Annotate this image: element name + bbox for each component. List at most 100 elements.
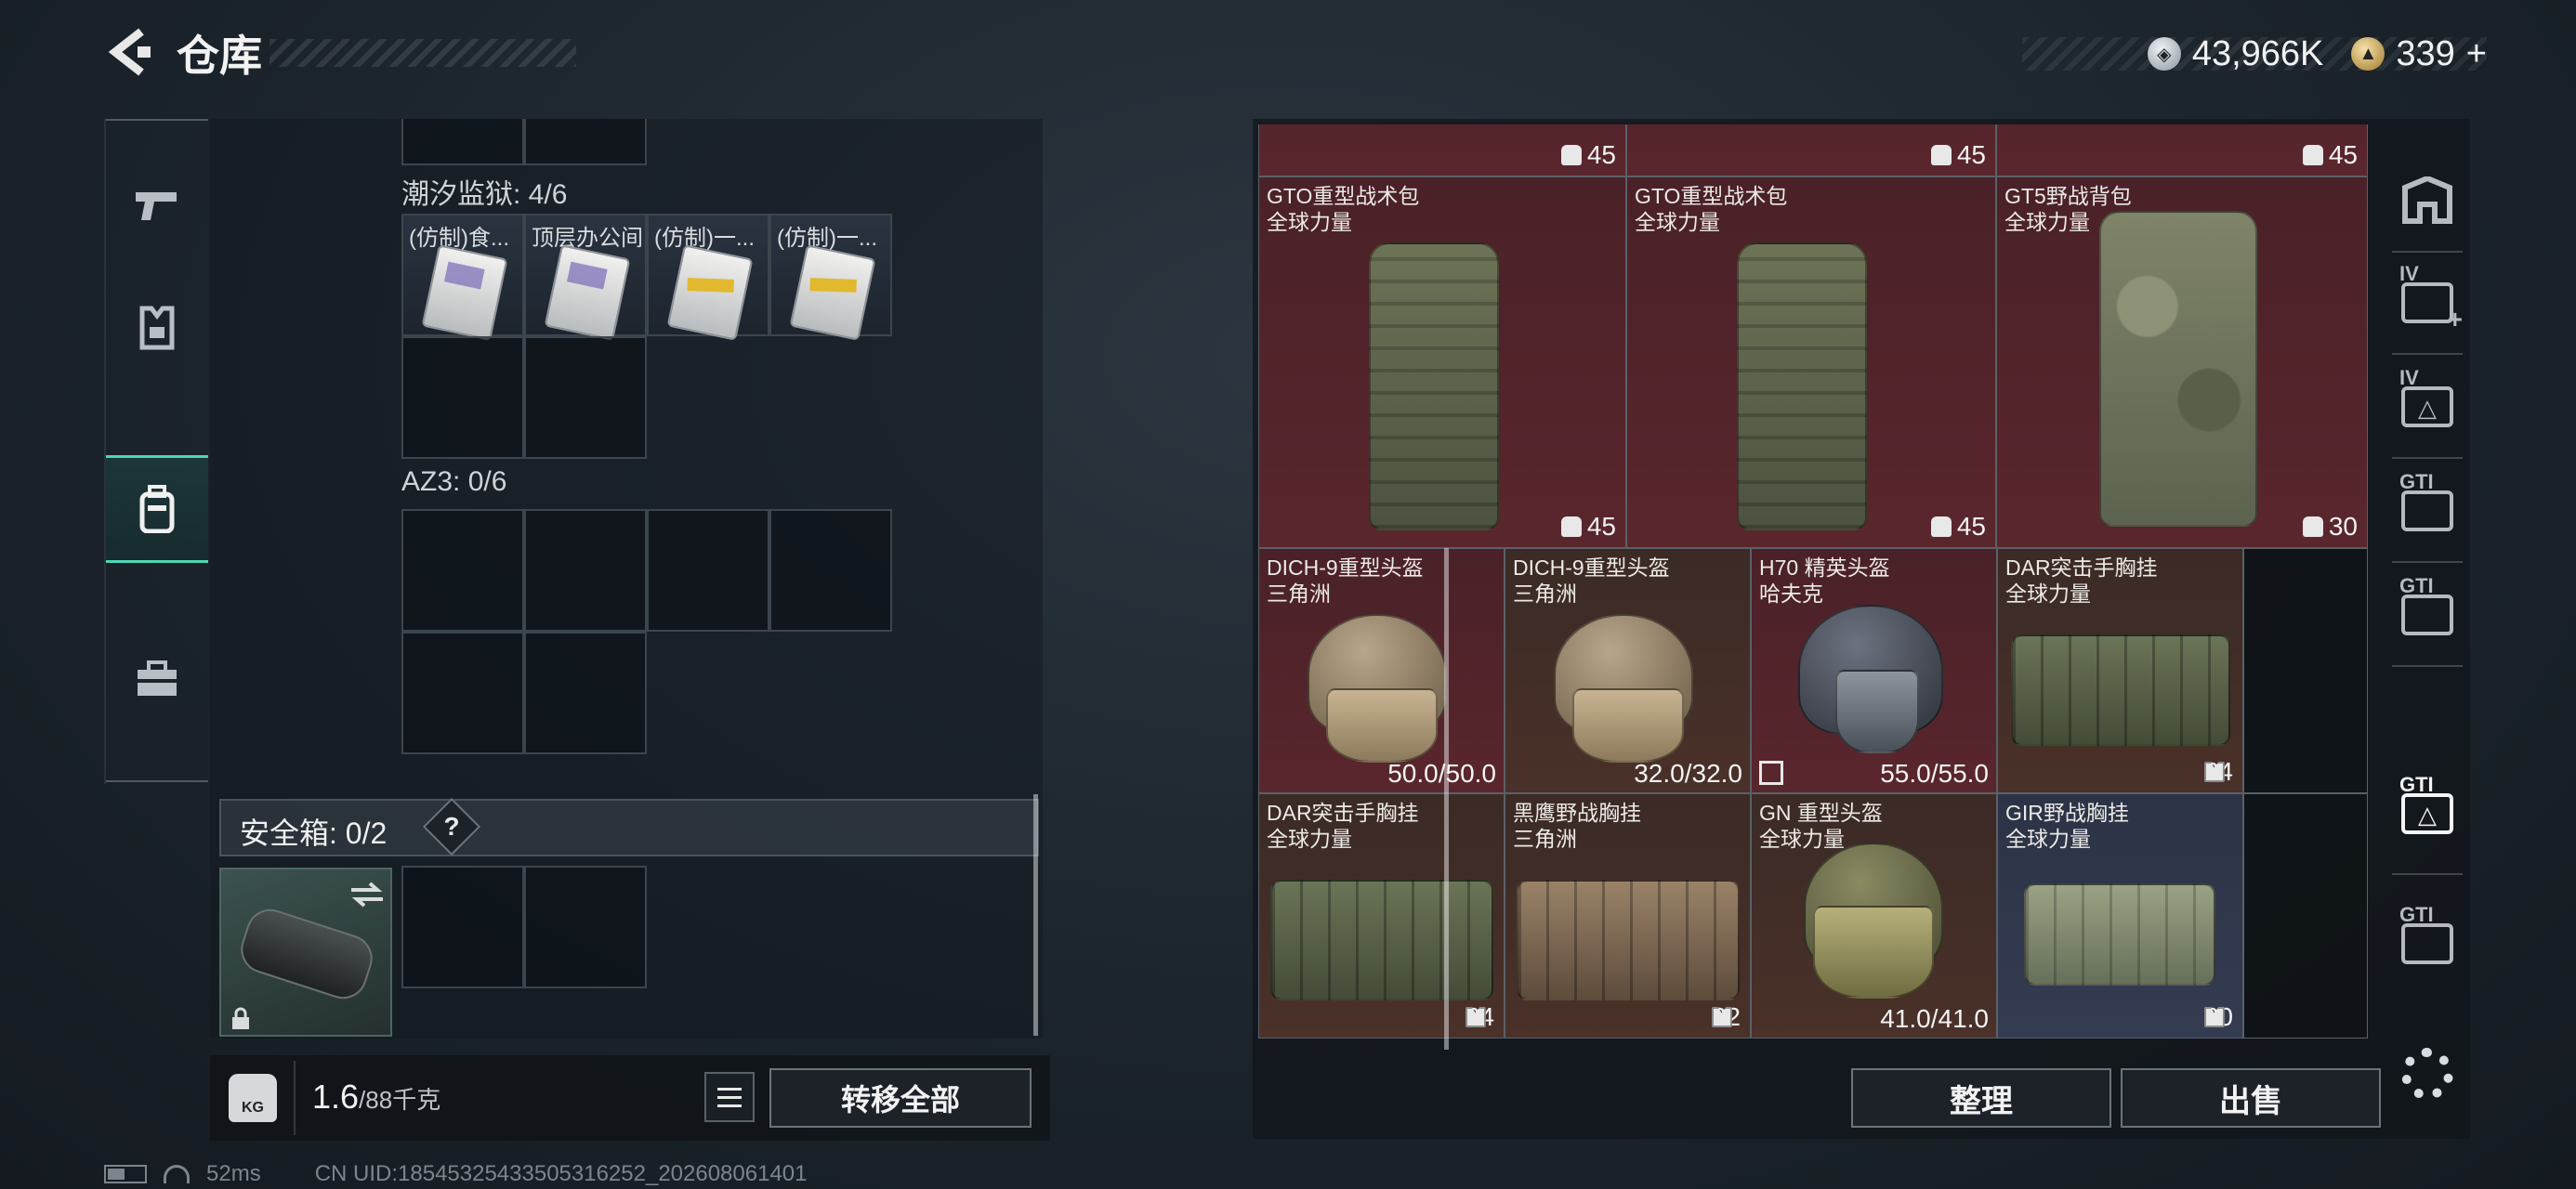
mask-icon	[1835, 670, 1919, 753]
stash-item[interactable]: 45	[1626, 124, 1996, 176]
back-arrow-icon[interactable]	[104, 26, 156, 78]
gold-coin-icon: ▲	[2351, 37, 2385, 71]
durability-value: 41.0/41.0	[1880, 1004, 1989, 1033]
grid-slot[interactable]	[647, 509, 769, 632]
item-name-block: H70 精英头盔 哈夫克	[1759, 555, 1890, 606]
stash-item[interactable]: DAR突击手胸挂全球力量 24	[1258, 793, 1505, 1039]
hazard-slot-icon[interactable]: IV △	[2385, 364, 2470, 450]
gold-currency-value: 339	[2396, 33, 2455, 73]
grid-slot[interactable]	[524, 509, 647, 632]
durability-value: 32.0/32.0	[1634, 759, 1742, 788]
page-title: 仓库	[177, 32, 262, 80]
stash-item[interactable]: GTO重型战术包 全球力量 45	[1626, 176, 1996, 548]
backpack-capacity-icon	[1560, 516, 1582, 537]
help-icon: ?	[443, 812, 460, 841]
capacity-badge: 45	[1930, 140, 1986, 170]
visor-icon	[1813, 906, 1934, 999]
item-name-block: GTO重型战术包 全球力量	[1635, 184, 1788, 234]
grid-slot[interactable]	[401, 336, 524, 459]
grid-slot[interactable]	[524, 632, 647, 754]
safebox-container[interactable]	[219, 868, 392, 1037]
capacity-badge: 24	[2203, 757, 2233, 787]
empty-slot[interactable]	[2243, 548, 2368, 793]
transfer-all-button[interactable]: 转移全部	[769, 1068, 1032, 1128]
keycard-icon	[544, 244, 631, 341]
stash-item[interactable]: GT5野战背包 全球力量 30	[1996, 176, 2368, 548]
gti-slot-icon[interactable]: GTI	[2385, 901, 2470, 986]
slot-filter-rail: IV + IV △ GTI GTI GTI △ GTI	[2385, 158, 2470, 1013]
pistol-icon[interactable]	[106, 154, 208, 256]
divider	[294, 1061, 296, 1135]
list-view-button[interactable]	[704, 1072, 755, 1122]
rail-divider	[106, 780, 208, 782]
safebox-slot[interactable]	[524, 866, 647, 988]
visor-icon	[1572, 688, 1684, 763]
grid-slot[interactable]	[401, 509, 524, 632]
stash-grid[interactable]: 45 45 45 GTO重型战术包 全球力量 45 GTO重型战术包 全球力量 45…	[1258, 124, 2370, 1048]
wifi-icon	[164, 1165, 190, 1183]
ping-value: 52ms	[206, 1161, 261, 1186]
durability-value: 50.0/50.0	[1387, 759, 1496, 788]
stash-item[interactable]: 45	[1996, 124, 2368, 176]
grid-slot[interactable]	[401, 632, 524, 754]
stash-item[interactable]: H70 精英头盔 哈夫克 55.0/55.0	[1751, 548, 1997, 793]
empty-slot[interactable]	[2243, 793, 2368, 1039]
capacity-badge: 45	[2302, 140, 2358, 170]
stash-item[interactable]: 45	[1258, 124, 1626, 176]
item-name-block: GTO重型战术包 全球力量	[1267, 184, 1420, 234]
stash-item[interactable]: 黑鹰野战胸挂三角洲 22	[1505, 793, 1751, 1039]
gti-hazard-icon[interactable]: GTI △	[2385, 771, 2470, 856]
silver-coin-icon: ◈	[2147, 37, 2181, 71]
scrollbar[interactable]	[1033, 794, 1038, 1036]
item-name: (仿制)一...	[654, 226, 755, 251]
sell-button[interactable]: 出售	[2121, 1068, 2381, 1128]
backpack-capacity-icon	[2302, 145, 2323, 165]
stash-item[interactable]: DICH-9重型头盔 三角洲 32.0/32.0	[1505, 548, 1751, 793]
gti-slot-icon[interactable]: GTI	[2385, 468, 2470, 554]
backpack-capacity-icon	[1560, 145, 1582, 165]
add-slot-icon[interactable]: IV +	[2385, 260, 2470, 346]
grid-slot[interactable]	[524, 336, 647, 459]
container-item[interactable]: (仿制)一...	[647, 214, 769, 341]
visor-icon	[1326, 688, 1438, 763]
item-name-block: DAR突击手胸挂 全球力量	[2005, 555, 2158, 606]
safebox-label: 安全箱: 0/2	[240, 817, 388, 850]
rail-divider	[2392, 353, 2463, 355]
backpack-capacity-icon	[1930, 145, 1952, 165]
status-bar: 52ms CN UID:18545325433505316252_2026080…	[104, 1161, 808, 1187]
scrollbar[interactable]	[1444, 548, 1449, 1050]
armor-rig-icon[interactable]	[106, 277, 208, 379]
stash-item[interactable]: DAR突击手胸挂全球力量 24	[1997, 548, 2243, 793]
grid-slot[interactable]	[769, 509, 892, 632]
sort-button[interactable]: 整理	[1851, 1068, 2111, 1128]
capacity-badge: 20	[2203, 1002, 2233, 1032]
rail-divider	[2392, 561, 2463, 563]
item-name-block: DICH-9重型头盔 三角洲	[1267, 555, 1424, 606]
container-item[interactable]: 顶层办公间	[524, 214, 647, 341]
grid-slot[interactable]	[524, 119, 647, 165]
container-item[interactable]: (仿制)一...	[769, 214, 892, 341]
capacity-badge: 45	[1560, 140, 1616, 170]
settings-gear-icon[interactable]	[2401, 1048, 2453, 1100]
armor-plate-icon[interactable]	[2385, 158, 2470, 243]
safebox-slot[interactable]	[401, 866, 524, 988]
durability-value: 55.0/55.0	[1880, 759, 1989, 788]
stash-item[interactable]: GTO重型战术包 全球力量 45	[1258, 176, 1626, 548]
capacity-badge: 30	[2302, 512, 2358, 542]
chest-rig-icon	[1270, 880, 1493, 1000]
swap-icon[interactable]	[349, 881, 385, 908]
container-item[interactable]: (仿制)食...	[401, 214, 524, 341]
lock-icon	[232, 1007, 249, 1029]
backpack-icon	[1369, 242, 1499, 530]
grid-slot[interactable]	[401, 119, 524, 165]
stash-item[interactable]: GIR野战胸挂全球力量 20	[1997, 793, 2243, 1039]
backpack-icon[interactable]	[106, 455, 208, 563]
gti-slot-icon[interactable]: GTI	[2385, 572, 2470, 658]
stash-item[interactable]: DICH-9重型头盔 三角洲 50.0/50.0	[1258, 548, 1505, 793]
backpack-icon	[1737, 242, 1867, 530]
stash-item[interactable]: GN 重型头盔 全球力量 41.0/41.0	[1751, 793, 1997, 1039]
toolbox-icon[interactable]	[106, 628, 208, 730]
weight-value: 1.6/88千克	[312, 1078, 440, 1117]
rail-divider	[2392, 251, 2463, 253]
add-currency-button[interactable]: +	[2466, 34, 2487, 74]
